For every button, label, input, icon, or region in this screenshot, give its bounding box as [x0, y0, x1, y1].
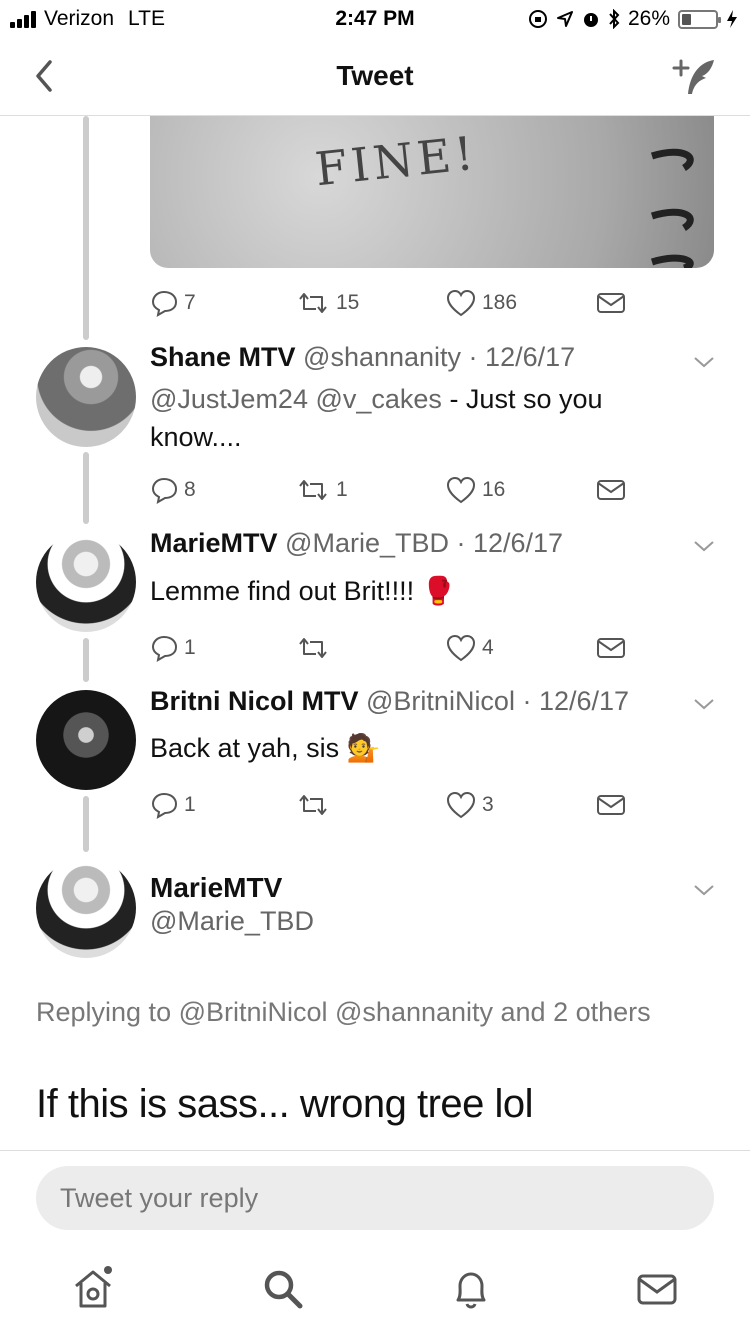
- avatar[interactable]: [36, 532, 136, 632]
- like-button[interactable]: 16: [446, 473, 505, 507]
- like-button[interactable]: 4: [446, 631, 494, 665]
- page-title: Tweet: [336, 60, 414, 91]
- tweet-header: Britni Nicol MTV @BritniNicol · 12/6/17: [150, 686, 629, 717]
- envelope-icon: [597, 795, 625, 815]
- orientation-lock-icon: [528, 10, 547, 28]
- author-handle-date: @BritniNicol · 12/6/17: [366, 686, 630, 716]
- like-button[interactable]: 3: [446, 788, 494, 822]
- tweet-mentions[interactable]: @JustJem24 @v_cakes: [150, 384, 442, 414]
- tweet-header: Shane MTV @shannanity · 12/6/17: [150, 342, 575, 373]
- reply-icon: [151, 635, 178, 662]
- reply-count: 7: [184, 291, 196, 314]
- thread-line: [83, 638, 89, 682]
- reply-icon: [151, 290, 178, 317]
- direct-message-button[interactable]: [596, 631, 626, 665]
- charging-icon: [727, 10, 737, 28]
- avatar[interactable]: [36, 858, 136, 958]
- retweet-icon: [299, 480, 327, 500]
- reply-icon: [151, 792, 178, 819]
- divider: [0, 1150, 750, 1151]
- thread-line: [83, 452, 89, 524]
- retweet-button[interactable]: [296, 631, 336, 665]
- avatar[interactable]: [36, 347, 136, 447]
- tweet-actions: 1 4: [150, 631, 650, 665]
- reply-icon: [151, 477, 178, 504]
- tweet-actions: 8 1 16: [150, 473, 650, 507]
- notebook-rings: [650, 148, 694, 268]
- author-handle-date: @Marie_TBD · 12/6/17: [285, 528, 564, 558]
- direct-message-button[interactable]: [596, 286, 626, 320]
- direct-message-button[interactable]: [596, 473, 626, 507]
- status-bar: Verizon LTE 2:47 PM 26%: [0, 0, 750, 40]
- thread-line: [83, 116, 89, 340]
- retweet-button[interactable]: [296, 788, 336, 822]
- author-name[interactable]: Britni Nicol MTV: [150, 686, 359, 716]
- heart-icon: [446, 634, 476, 662]
- bluetooth-icon: [609, 9, 620, 29]
- reply-input[interactable]: [36, 1166, 714, 1230]
- notifications-bell-icon[interactable]: [446, 1264, 496, 1314]
- tweet-text: @JustJem24 @v_cakes - Just so you know..…: [150, 380, 670, 456]
- tweet-actions: 1 3: [150, 788, 650, 822]
- tweet-text: Lemme find out Brit!!!! 🥊: [150, 572, 670, 610]
- retweet-count: 1: [336, 478, 348, 501]
- chevron-down-icon[interactable]: [692, 354, 716, 370]
- retweet-icon: [299, 293, 327, 313]
- chevron-down-icon[interactable]: [692, 882, 716, 898]
- battery-icon: [678, 9, 721, 29]
- direct-message-button[interactable]: [596, 788, 626, 822]
- author-name[interactable]: MarieMTV: [150, 872, 282, 904]
- reply-button[interactable]: 8: [150, 473, 196, 507]
- like-count: 186: [482, 291, 518, 314]
- replying-to-text[interactable]: Replying to @BritniNicol @shannanity and…: [36, 992, 676, 1033]
- tweet-body-text: Lemme find out Brit!!!! 🥊: [150, 576, 456, 606]
- reply-count: 8: [184, 478, 196, 501]
- tweet-actions: 7 15 186: [150, 286, 650, 320]
- like-count: 4: [482, 636, 494, 659]
- retweet-icon: [299, 795, 327, 815]
- messages-envelope-icon[interactable]: [632, 1264, 682, 1314]
- navigation-bar: Tweet: [0, 40, 750, 116]
- retweet-button[interactable]: 1: [296, 473, 348, 507]
- search-icon[interactable]: [258, 1264, 308, 1314]
- chevron-down-icon[interactable]: [692, 538, 716, 554]
- retweet-count: 15: [336, 291, 360, 314]
- author-handle[interactable]: @Marie_TBD: [150, 906, 314, 937]
- location-icon: [556, 11, 573, 27]
- like-button[interactable]: 186: [446, 286, 517, 320]
- thread-line: [83, 796, 89, 852]
- home-icon[interactable]: [68, 1264, 118, 1314]
- retweet-icon: [299, 638, 327, 658]
- retweet-button[interactable]: 15: [296, 286, 359, 320]
- heart-icon: [446, 476, 476, 504]
- tweet-body-text: Back at yah, sis 💁: [150, 733, 381, 763]
- tweet-header: MarieMTV @Marie_TBD · 12/6/17: [150, 528, 563, 559]
- envelope-icon: [597, 293, 625, 313]
- reply-button[interactable]: 7: [150, 286, 196, 320]
- reply-count: 1: [184, 636, 196, 659]
- compose-tweet-icon[interactable]: [670, 54, 720, 100]
- focused-tweet-text: If this is sass... wrong tree lol: [36, 1082, 534, 1126]
- heart-icon: [446, 791, 476, 819]
- reply-button[interactable]: 1: [150, 788, 196, 822]
- chevron-down-icon[interactable]: [692, 696, 716, 712]
- tweet-text: Back at yah, sis 💁: [150, 729, 670, 767]
- reply-count: 1: [184, 793, 196, 816]
- tab-bar: [0, 1250, 750, 1330]
- like-count: 3: [482, 793, 494, 816]
- envelope-icon: [597, 480, 625, 500]
- media-scribble-text: FINE!: [312, 125, 480, 197]
- author-handle-date: @shannanity · 12/6/17: [303, 342, 576, 372]
- avatar[interactable]: [36, 690, 136, 790]
- heart-icon: [446, 289, 476, 317]
- author-name[interactable]: MarieMTV: [150, 528, 278, 558]
- like-count: 16: [482, 478, 506, 501]
- battery-percent: 26%: [627, 7, 670, 30]
- alarm-icon: [583, 13, 598, 27]
- reply-button[interactable]: 1: [150, 631, 196, 665]
- tweet-media-image[interactable]: FINE!: [150, 116, 714, 268]
- envelope-icon: [597, 638, 625, 658]
- author-name[interactable]: Shane MTV: [150, 342, 296, 372]
